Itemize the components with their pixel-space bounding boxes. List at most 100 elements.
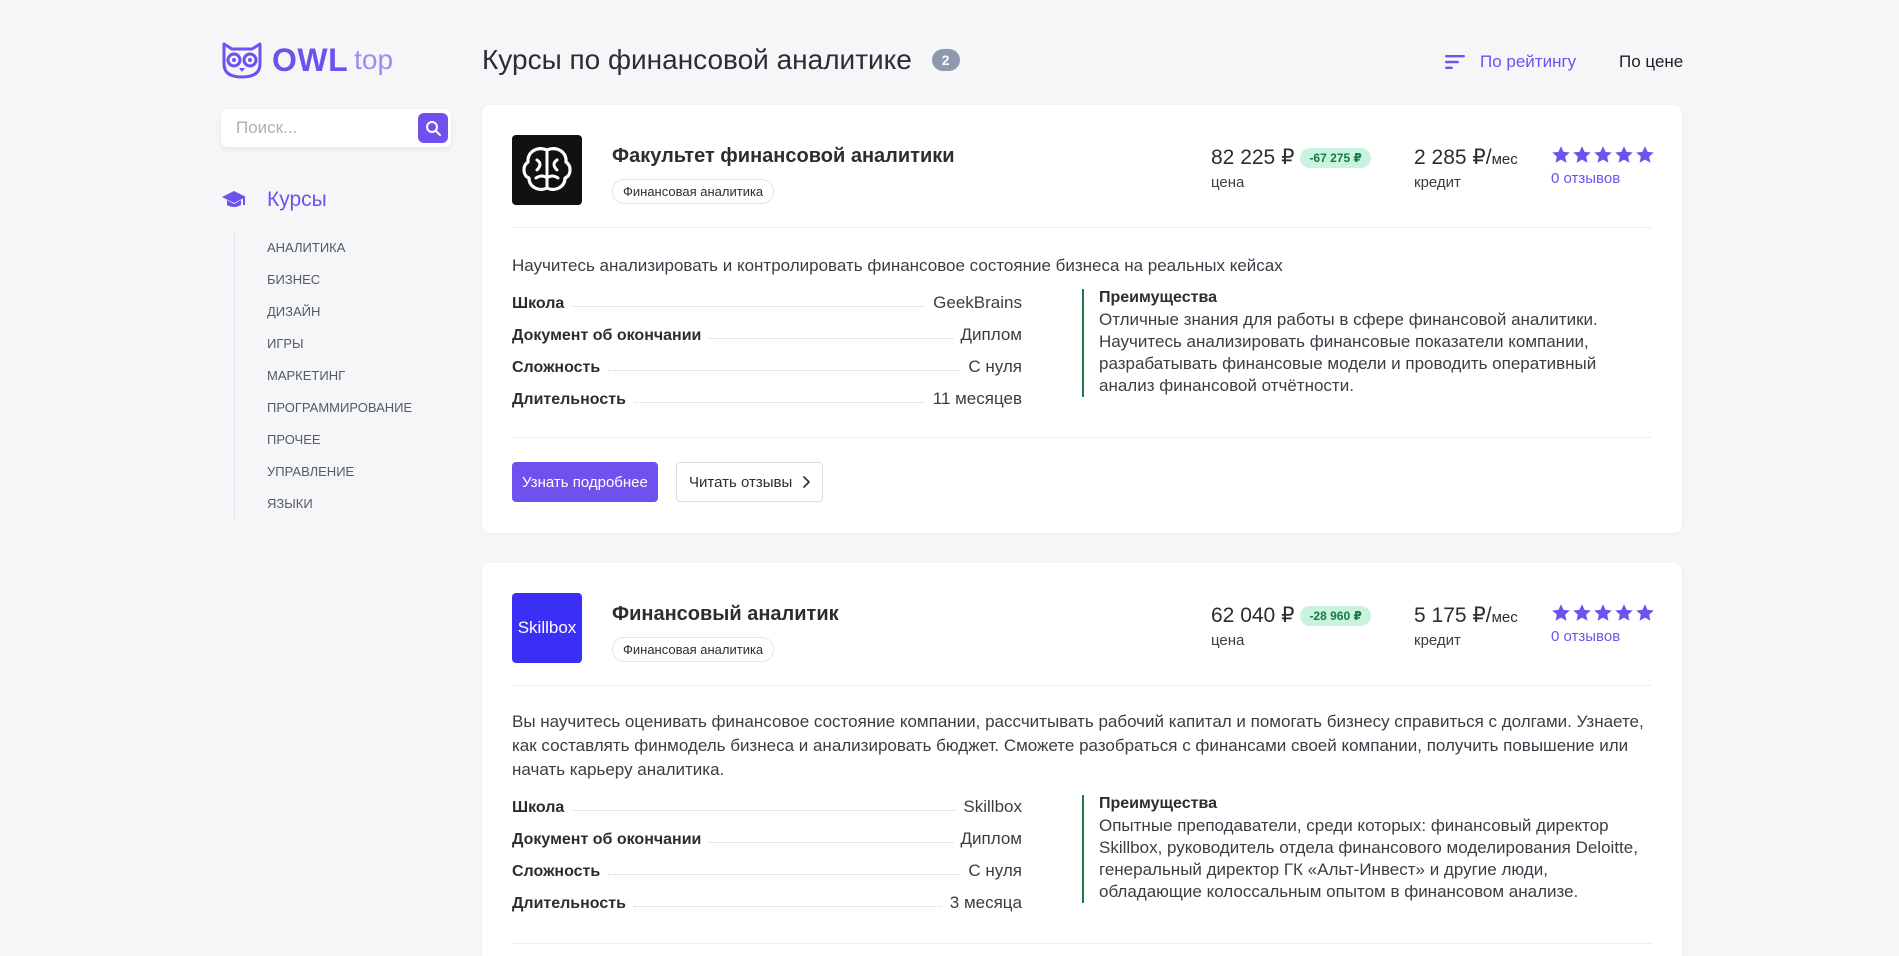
card-divider (512, 437, 1652, 438)
course-tag: Финансовая аналитика (612, 179, 775, 204)
nav-item-languages[interactable]: Языки (267, 492, 412, 524)
spec-value: Диплом (960, 325, 1022, 344)
spec-row: Длительность 3 месяца (512, 881, 1022, 913)
spec-value: Диплом (960, 829, 1022, 848)
star-icon (1552, 146, 1570, 163)
spec-key: Длительность (512, 391, 626, 408)
advantages-title: Преимущества (1099, 289, 1217, 306)
nav-item-programming[interactable]: Программирование (267, 396, 412, 428)
spec-row: Сложность С нуля (512, 345, 1022, 377)
course-count-badge: 2 (931, 49, 960, 71)
nav-courses-heading[interactable]: Курсы (221, 188, 327, 212)
spec-row: Документ об окончании Диплом (512, 313, 1022, 345)
course-description: Вы научитесь оценивать финансовое состоя… (512, 712, 1644, 779)
sort-rating-label: По рейтингу (1480, 52, 1577, 71)
graduation-cap-icon (222, 191, 246, 207)
nav-item-marketing[interactable]: Маркетинг (267, 364, 412, 396)
star-icon (1573, 146, 1591, 163)
course-title[interactable]: Факультет финансовой аналитики (612, 145, 955, 168)
credit-block: 5 175 ₽/мес кредит (1414, 603, 1518, 649)
spec-value: 3 месяца (949, 893, 1022, 912)
card-divider (512, 943, 1652, 944)
nav-item-analytics[interactable]: Аналитика (267, 236, 412, 268)
credit-label: кредит (1414, 632, 1461, 649)
nav-item-other[interactable]: Прочее (267, 428, 412, 460)
credit-block: 2 285 ₽/мес кредит (1414, 145, 1518, 191)
card-divider (512, 685, 1652, 686)
nav-item-games[interactable]: Игры (267, 332, 412, 364)
spec-value: Skillbox (963, 797, 1022, 816)
nav-item-design[interactable]: Дизайн (267, 300, 412, 332)
spec-value: GeekBrains (933, 293, 1022, 312)
spec-key: Сложность (512, 359, 601, 376)
spec-key: Документ об окончании (512, 327, 702, 344)
spec-row: Длительность 11 месяцев (512, 377, 1022, 409)
spec-key: Школа (512, 295, 565, 312)
reviews-count-link[interactable]: 0 отзывов (1551, 170, 1655, 187)
advantages-text: Опытные преподаватели, среди которых: фи… (1099, 816, 1638, 901)
star-rating (1551, 603, 1655, 623)
credit-price: 2 285 ₽/ (1414, 146, 1492, 169)
owl-logo-icon (222, 42, 262, 79)
spec-key: Сложность (512, 863, 601, 880)
spec-row: Школа Skillbox (512, 785, 1022, 817)
course-specs: Школа Skillbox Документ об окончании Дипло… (512, 785, 1022, 913)
spec-value: С нуля (968, 861, 1022, 880)
read-reviews-button[interactable]: Читать отзывы (676, 462, 824, 502)
price-label: цена (1211, 174, 1245, 191)
credit-unit: мес (1491, 609, 1518, 626)
chevron-right-icon (803, 476, 811, 488)
spec-row: Сложность С нуля (512, 849, 1022, 881)
sort-by-rating[interactable]: По рейтингу (1445, 52, 1576, 72)
star-icon (1615, 604, 1633, 621)
search-button[interactable] (418, 113, 448, 143)
sort-by-price[interactable]: По цене (1619, 52, 1683, 72)
logo-brand: OWL (272, 41, 349, 78)
rating-block: 0 отзывов (1551, 603, 1655, 645)
price-block: 62 040 ₽ -28 960 ₽ цена (1211, 603, 1371, 649)
sort-price-label: По цене (1619, 52, 1684, 71)
star-icon (1615, 146, 1633, 163)
star-rating (1551, 145, 1655, 165)
search-icon (426, 121, 441, 136)
advantages-text: Отличные знания для работы в сфере финан… (1099, 310, 1598, 395)
sort-icon (1445, 55, 1465, 69)
learn-more-button[interactable]: Узнать подробнее (512, 462, 658, 502)
course-card: Факультет финансовой аналитики Финансова… (482, 105, 1682, 533)
discount-badge: -67 275 ₽ (1300, 147, 1371, 168)
course-price: 82 225 ₽ (1211, 146, 1295, 169)
reviews-count-link[interactable]: 0 отзывов (1551, 628, 1655, 645)
course-description: Научитесь анализировать и контролировать… (512, 256, 1283, 275)
nav-heading-label: Курсы (267, 188, 327, 211)
page-title: Курсы по финансовой аналитике 2 (482, 44, 960, 76)
nav-item-management[interactable]: Управление (267, 460, 412, 492)
spec-row: Школа GeekBrains (512, 281, 1022, 313)
spec-key: Длительность (512, 895, 626, 912)
course-title[interactable]: Финансовый аналитик (612, 603, 839, 626)
school-logo-text: Skillbox (517, 618, 577, 637)
price-label: цена (1211, 632, 1245, 649)
star-icon (1552, 604, 1570, 621)
school-logo[interactable]: Skillbox (512, 593, 582, 663)
search-box (221, 109, 451, 147)
rating-block: 0 отзывов (1551, 145, 1655, 187)
spec-value: 11 месяцев (932, 389, 1022, 408)
course-price: 62 040 ₽ (1211, 604, 1295, 627)
course-card: Skillbox Финансовый аналитик Финансовая … (482, 563, 1682, 956)
category-nav: Аналитика Бизнес Дизайн Игры Маркетинг П… (234, 232, 412, 520)
school-logo[interactable] (512, 135, 582, 205)
advantages-title: Преимущества (1099, 795, 1217, 812)
read-reviews-label: Читать отзывы (689, 473, 793, 491)
credit-label: кредит (1414, 174, 1461, 191)
page-title-text: Курсы по финансовой аналитике (482, 44, 912, 75)
logo-suffix: top (354, 44, 394, 75)
search-input[interactable] (236, 118, 416, 138)
site-logo[interactable]: OWL top (220, 40, 393, 80)
spec-key: Школа (512, 799, 565, 816)
card-divider (512, 227, 1652, 228)
nav-item-business[interactable]: Бизнес (267, 268, 412, 300)
brain-icon (522, 147, 572, 191)
course-tag: Финансовая аналитика (612, 637, 775, 662)
star-icon (1594, 146, 1612, 163)
star-icon (1636, 604, 1654, 621)
